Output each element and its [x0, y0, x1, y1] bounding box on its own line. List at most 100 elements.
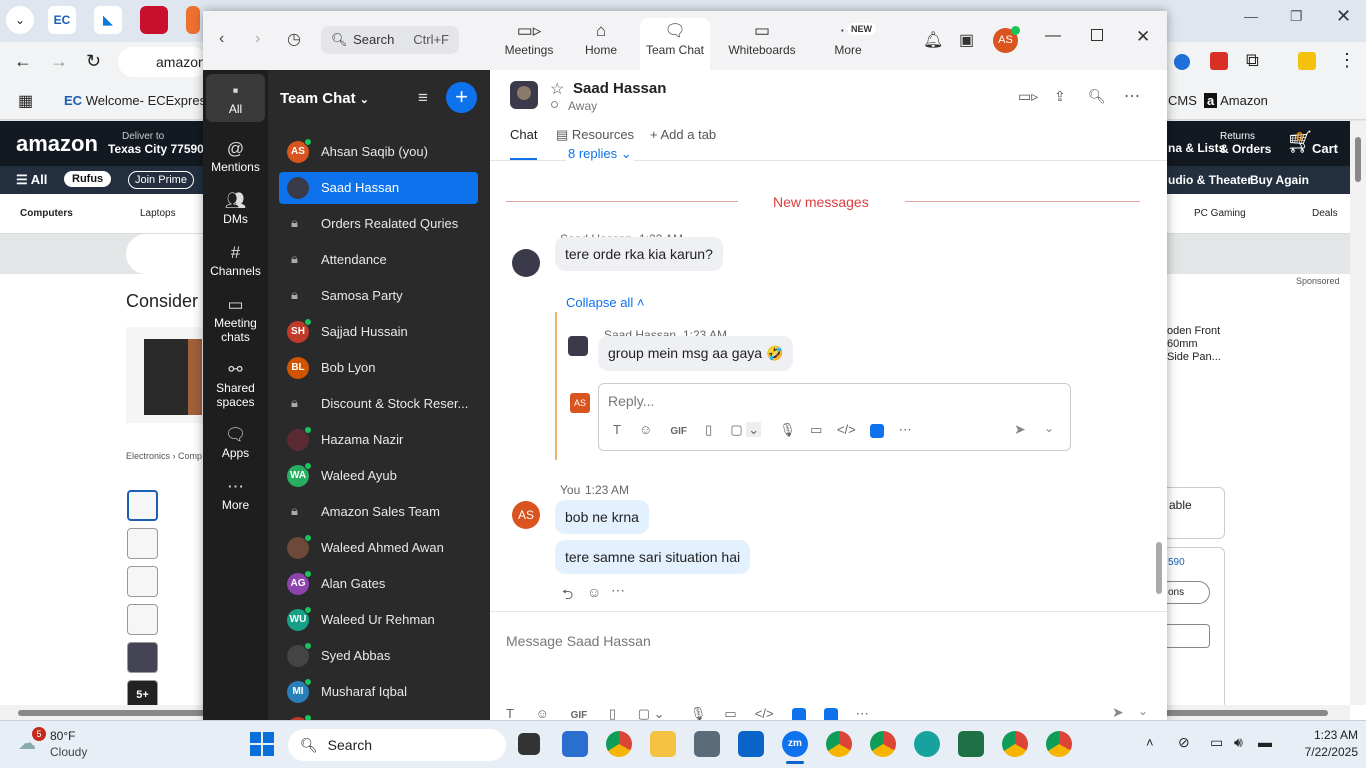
buy-again-link[interactable]: Buy Again [1250, 173, 1309, 187]
react-emoji-icon[interactable]: ☺ [587, 584, 601, 600]
compose-zoom-app-icon[interactable] [791, 707, 806, 720]
chrome-profile-4-icon[interactable] [1002, 731, 1028, 757]
back-icon[interactable]: ← [14, 51, 32, 72]
share-screen-icon[interactable]: ⇪ [1054, 88, 1066, 105]
thumb-4[interactable] [127, 604, 158, 635]
compose-send-options-icon[interactable]: ⌄ [1138, 704, 1148, 718]
chrome-icon[interactable] [606, 731, 632, 757]
list-title[interactable]: Team Chat ⌄ [280, 90, 369, 107]
msg2-avatar[interactable]: AS [512, 501, 540, 529]
compose-audio-icon[interactable]: 🎙︎ [690, 706, 707, 720]
history-icon[interactable]: ◷ [287, 29, 301, 49]
filter-icon[interactable]: ≡ [418, 88, 428, 108]
task-view-icon[interactable] [518, 733, 540, 755]
compose-code-icon[interactable]: </> [755, 706, 774, 720]
thumb-1[interactable] [127, 490, 158, 521]
chat-search-icon[interactable]: 🔍︎ [1088, 88, 1106, 105]
cat-pcgaming[interactable]: PC Gaming [1194, 208, 1246, 219]
msg2-bubble-1[interactable]: bob ne krna [555, 500, 649, 534]
browser-menu-icon[interactable]: ⋮ [1338, 50, 1356, 71]
new-chat-button[interactable]: + [446, 82, 477, 113]
weather-widget[interactable]: ☁ 5 80°F Cloudy [16, 727, 106, 763]
audio-icon[interactable]: 🎙︎ [779, 422, 796, 437]
format-text-icon[interactable]: T [613, 422, 621, 437]
emoji-icon[interactable]: ☺ [639, 422, 652, 437]
compose-format-icon[interactable]: T [506, 706, 514, 720]
edge-icon[interactable] [914, 731, 940, 757]
contact-item[interactable]: Hazama Nazir [279, 424, 478, 456]
extensions-puzzle-icon[interactable]: ⧉ [1246, 50, 1259, 71]
zoom-search-box[interactable]: 🔍︎ Search Ctrl+F [321, 26, 459, 54]
thumb-3[interactable] [127, 566, 158, 597]
bell-icon[interactable]: 🔔︎ [923, 30, 943, 50]
chrome-profile-3-icon[interactable] [870, 731, 896, 757]
file-explorer-icon[interactable] [650, 731, 676, 757]
compose-app2-icon[interactable] [823, 707, 838, 720]
rail-shared-spaces[interactable]: ⚯ Shared spaces [206, 359, 265, 409]
more-tools-icon[interactable]: ⋯ [899, 422, 912, 437]
message-more-icon[interactable]: ⋯ [611, 582, 625, 599]
side-input[interactable] [1160, 624, 1210, 648]
contact-item[interactable]: Waleed Ahmed Awan [279, 532, 478, 564]
rail-all[interactable]: ▪ All [206, 74, 265, 122]
all-menu[interactable]: ☰ All [16, 172, 47, 188]
contact-item[interactable]: 🔒︎ Discount & Stock Reser... [279, 388, 478, 420]
contact-item[interactable]: SH Sajjad Hussain [279, 316, 478, 348]
extension-blue-icon[interactable] [1174, 54, 1190, 70]
gif-icon[interactable]: GIF [670, 426, 687, 437]
code-icon[interactable]: </> [837, 422, 856, 437]
forward-icon[interactable]: → [50, 51, 68, 72]
chrome-profile-2-icon[interactable] [826, 731, 852, 757]
favorite-star-icon[interactable]: ☆ [550, 79, 564, 99]
contact-item[interactable]: 🔒︎ Orders Realated Quries [279, 208, 478, 240]
nav-team-chat[interactable]: 🗨︎ Team Chat [640, 18, 710, 70]
send-options-icon[interactable]: ⌄ [1044, 421, 1054, 435]
taskbar-search[interactable]: 🔍︎ Search [288, 729, 506, 761]
ad-banner[interactable] [126, 234, 206, 274]
reply1-avatar[interactable] [568, 336, 588, 356]
contact-item[interactable]: WU Waleed Ur Rehman [279, 604, 478, 636]
compose-file-icon[interactable]: ▯ [609, 706, 616, 720]
reply-thread-icon[interactable]: ⮌ [562, 584, 573, 608]
store-icon[interactable] [562, 731, 588, 757]
display-icon[interactable]: ▭ [1210, 734, 1223, 751]
minimize-icon[interactable]: — [1045, 27, 1061, 45]
tab-red-app-icon[interactable] [140, 6, 168, 34]
msg2-bubble-2[interactable]: tere samne sari situation hai [555, 540, 751, 574]
compose-send-icon[interactable]: ➤ [1112, 704, 1124, 720]
contact-item[interactable]: AS Ahsan Saqib (you) [279, 136, 478, 168]
contact-name[interactable]: Saad Hassan [573, 80, 666, 97]
compose-input[interactable]: Message Saad Hassan [506, 633, 651, 649]
nav-whiteboards[interactable]: ▭ Whiteboards [725, 19, 799, 57]
collapse-all-link[interactable]: Collapse all ˄ [566, 295, 644, 310]
contact-item[interactable]: Saad Hassan [279, 172, 478, 204]
window-close-icon[interactable]: ✕ [1336, 6, 1351, 27]
tray-chevron-icon[interactable]: ˄ [1146, 735, 1154, 750]
join-prime-button[interactable]: Join Prime [128, 171, 194, 189]
screenshot-icon[interactable]: ▢ [730, 422, 742, 437]
contact-item[interactable]: 🔒︎ Samosa Party [279, 280, 478, 312]
contact-item[interactable]: MI Musharaf Iqbal [279, 676, 478, 708]
replies-link[interactable]: 8 replies ⌄ [566, 146, 634, 162]
tab-ecexpress-icon[interactable]: EC [48, 6, 76, 34]
compose-video-icon[interactable]: ▭ [724, 706, 736, 720]
outlook-icon[interactable] [738, 731, 764, 757]
msg2-sender[interactable]: You [560, 483, 580, 497]
reload-icon[interactable]: ↻ [86, 51, 101, 72]
tab-add[interactable]: + Add a tab [650, 127, 716, 142]
chat-more-icon[interactable]: ⋯ [1124, 86, 1140, 106]
rufus-button[interactable]: Rufus [64, 171, 112, 187]
returns-orders[interactable]: Returns & Orders [1220, 131, 1271, 156]
forward-arrow-icon[interactable]: › [255, 30, 260, 48]
address-bar[interactable]: amazon [118, 47, 208, 77]
product-image[interactable] [126, 327, 204, 423]
chrome-profile-5-icon[interactable] [1046, 731, 1072, 757]
reply-input[interactable]: Reply... [608, 393, 654, 409]
clock-date[interactable]: 7/22/2025 [1286, 745, 1358, 759]
breadcrumb[interactable]: Electronics › Comp [126, 451, 202, 461]
tab-edge-icon[interactable]: ◣ [94, 6, 122, 34]
maximize-icon[interactable] [1091, 29, 1103, 41]
deliver-to[interactable]: Deliver to Texas City 77590 [108, 131, 204, 156]
rail-dms[interactable]: 👥︎ DMs [206, 190, 265, 226]
compose-emoji-icon[interactable]: ☺ [536, 706, 549, 720]
